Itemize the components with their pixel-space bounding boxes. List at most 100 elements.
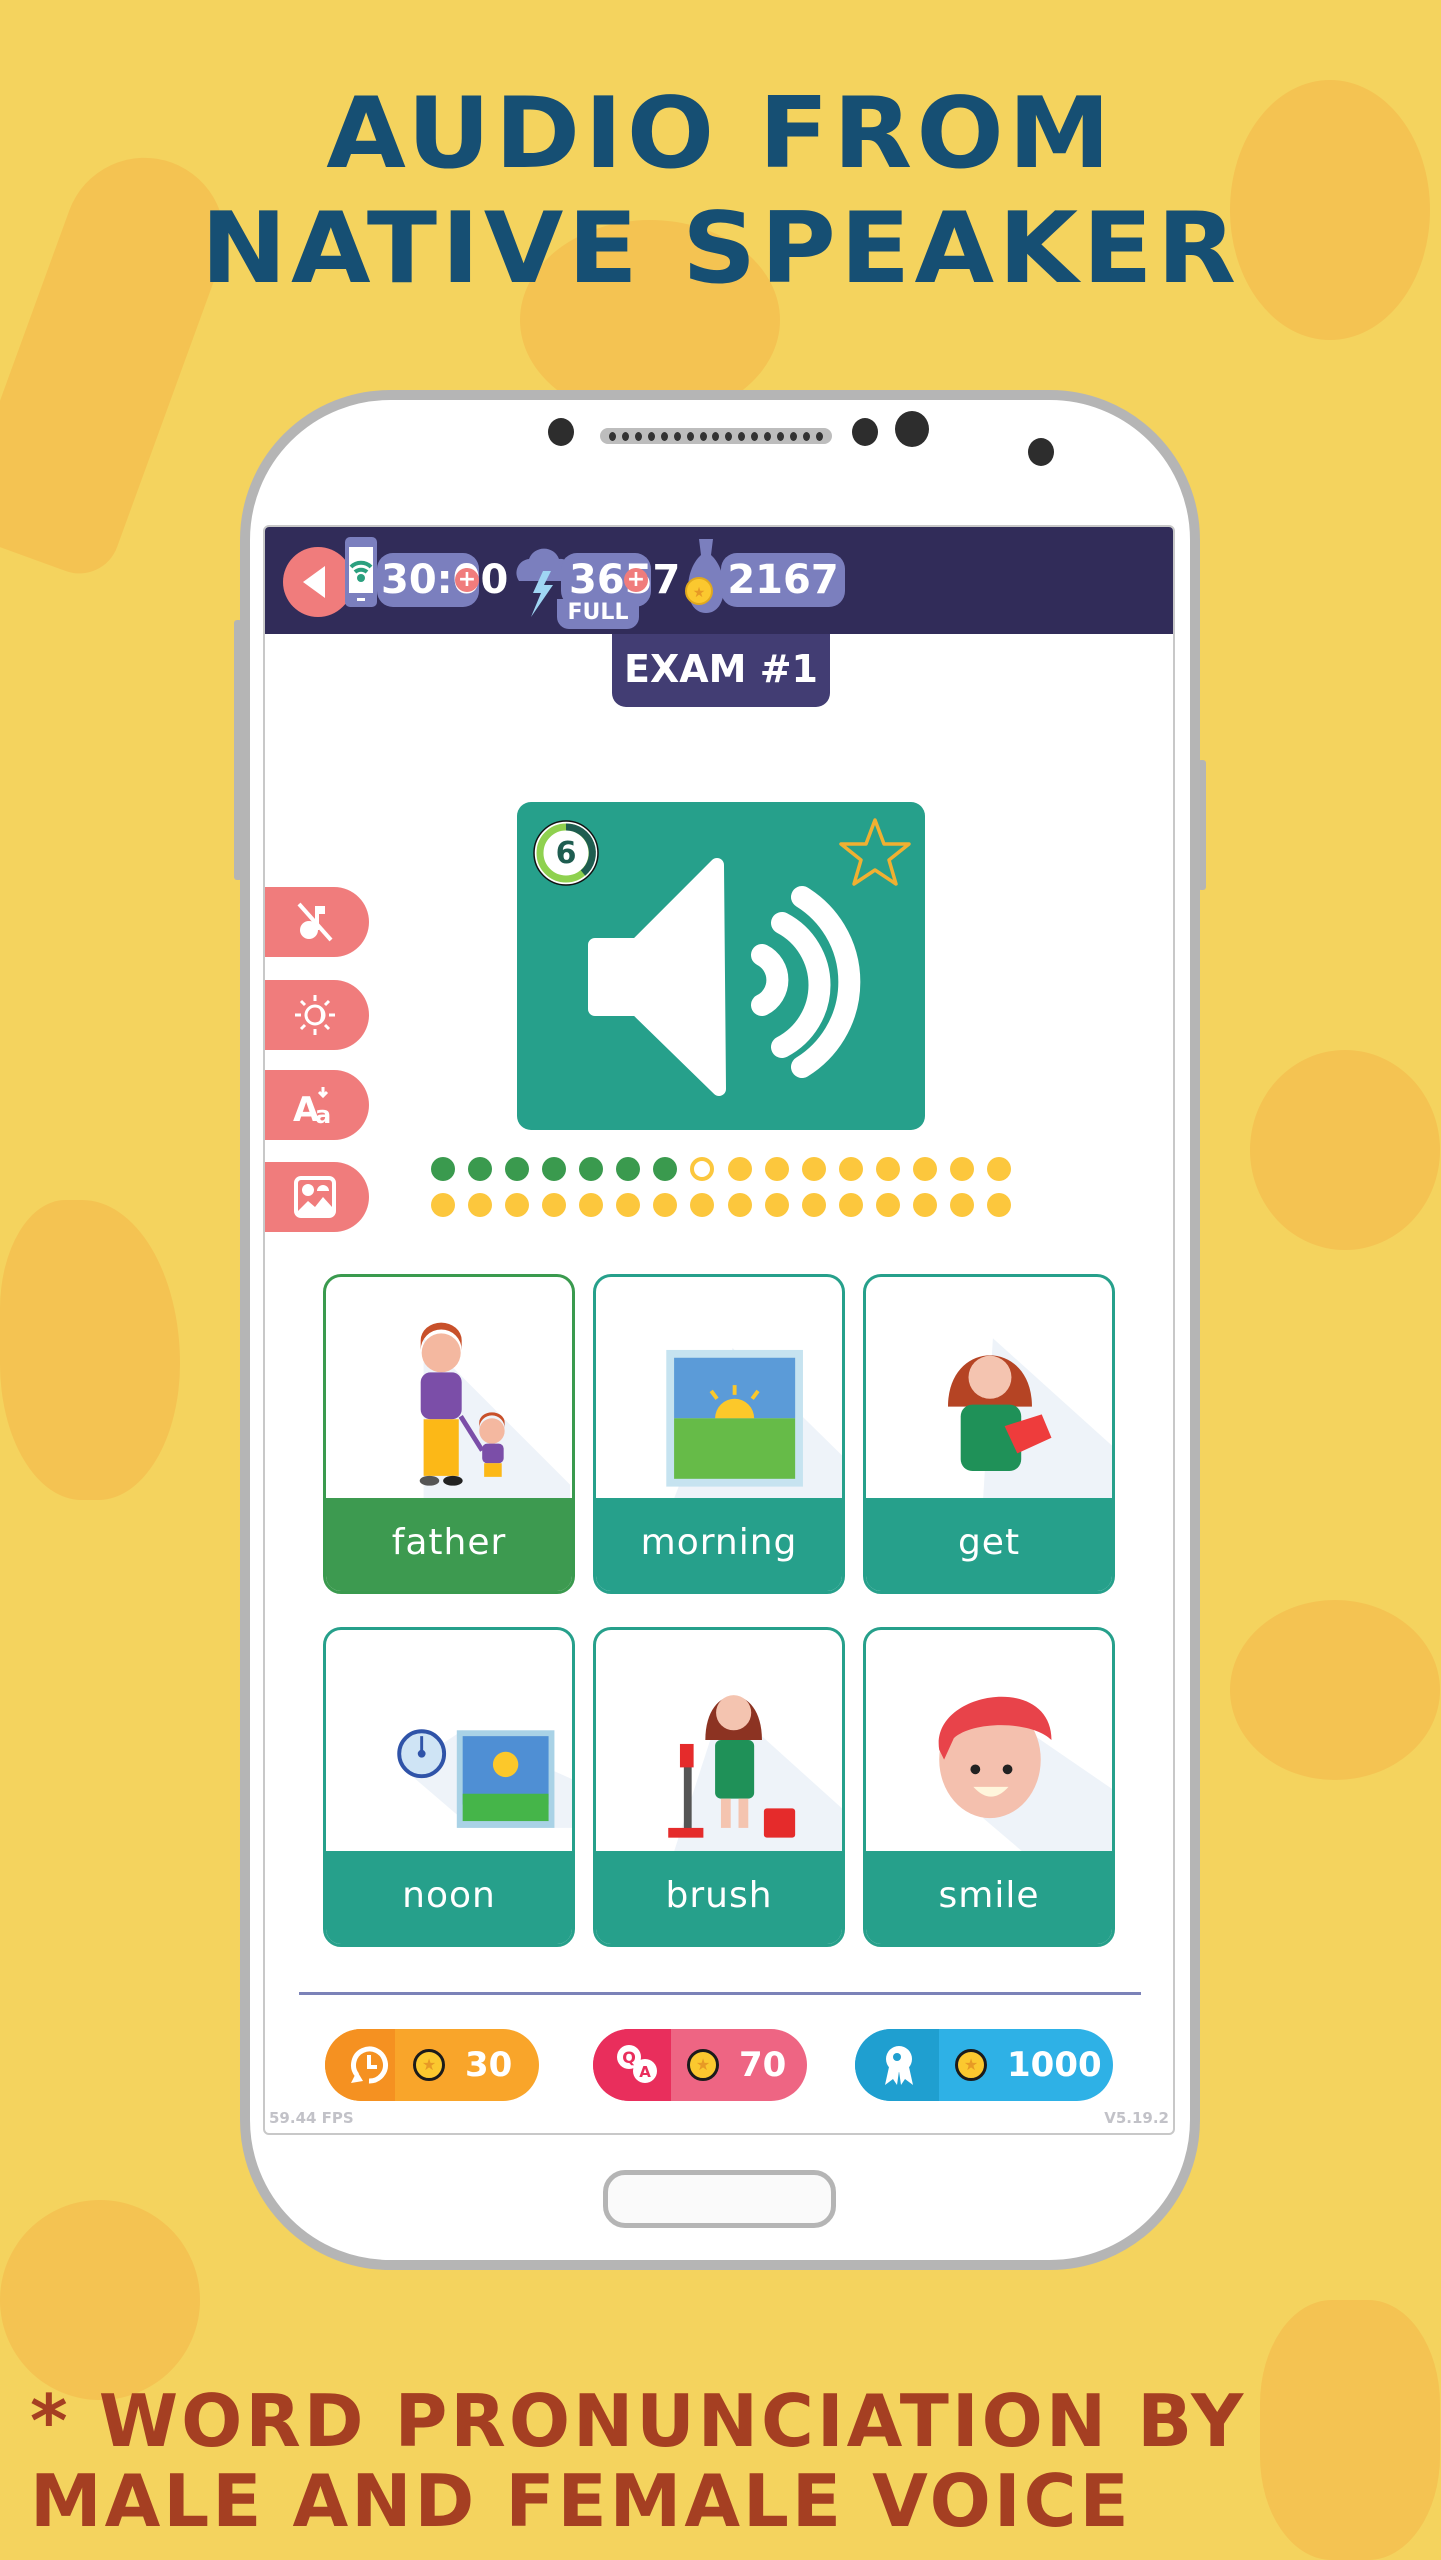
font-size-button[interactable]: Aa: [265, 1070, 369, 1140]
booster-skip[interactable]: 1000: [855, 2029, 1113, 2101]
progress-dot-pending: [949, 1157, 974, 1181]
progress-dot-pending: [838, 1157, 863, 1181]
sunrise-window-illustration: [666, 1348, 842, 1499]
answer-label: noon: [326, 1851, 572, 1944]
answer-card-father[interactable]: father: [323, 1274, 575, 1594]
app-screen: 30:00 + 3657 + FULL ★ 2167 EXAM #1 Aa: [263, 525, 1175, 2135]
image-icon: [294, 1176, 336, 1218]
progress-dot-completed: [431, 1157, 455, 1181]
progress-dot-completed: [542, 1157, 567, 1181]
answer-label: brush: [596, 1851, 842, 1944]
coins-value: 2167: [727, 557, 839, 603]
booster-cost: 30: [465, 2045, 513, 2085]
audio-play-button[interactable]: 6: [517, 802, 925, 1130]
answer-card-morning[interactable]: morning: [593, 1274, 845, 1594]
progress-dot-pending: [505, 1193, 530, 1217]
phone-proximity-sensor: [1028, 438, 1054, 466]
coin-icon: [413, 2049, 445, 2081]
answer-card-noon[interactable]: noon: [323, 1627, 575, 1947]
coin-icon: [955, 2049, 987, 2081]
bg-silhouette: [1260, 2300, 1440, 2560]
booster-hint[interactable]: QA 70: [593, 2029, 807, 2101]
progress-dot-pending: [949, 1193, 974, 1217]
svg-text:a: a: [315, 1101, 331, 1127]
father-and-son-illustration: [419, 1322, 571, 1499]
answer-label: get: [866, 1498, 1112, 1591]
bg-silhouette: [0, 2200, 200, 2400]
progress-dot-pending: [764, 1193, 789, 1217]
answer-label: father: [326, 1498, 572, 1591]
headline-line-2: NATIVE SPEAKER: [200, 192, 1241, 306]
award-ribbon-icon: [885, 2046, 913, 2085]
bg-silhouette: [1250, 1050, 1440, 1250]
progress-dot-pending: [431, 1193, 455, 1217]
booster-cost: 1000: [1007, 2045, 1102, 2085]
bg-silhouette: [1230, 1600, 1440, 1780]
top-bar: 30:00 + 3657 + FULL ★ 2167: [265, 527, 1173, 634]
headline-line-1: AUDIO FROM: [326, 77, 1115, 191]
caption-line-2: MALE AND FEMALE VOICE: [30, 2459, 1132, 2543]
brightness-icon: [295, 995, 335, 1035]
progress-dot-pending: [727, 1157, 752, 1181]
svg-text:A: A: [639, 2063, 651, 2081]
phone-wifi-icon: [345, 537, 377, 607]
svg-text:★: ★: [693, 585, 706, 601]
clock-rewind-icon: [351, 2046, 388, 2084]
progress-dot-completed: [653, 1157, 678, 1181]
progress-row: [431, 1193, 1011, 1217]
progress-dot-pending: [986, 1157, 1011, 1181]
progress-row: [431, 1157, 1011, 1181]
image-toggle-button[interactable]: [265, 1162, 369, 1232]
phone-sensor: [548, 418, 574, 446]
progress-dot-pending: [875, 1157, 900, 1181]
divider: [299, 1992, 1141, 1995]
exam-title: EXAM #1: [612, 634, 830, 707]
answer-card-get[interactable]: get: [863, 1274, 1115, 1594]
progress-dot-completed: [579, 1157, 604, 1181]
progress-dot-pending: [912, 1157, 937, 1181]
answer-label: morning: [596, 1498, 842, 1591]
booster-extra-time[interactable]: 30: [325, 2029, 539, 2101]
progress-dot-completed: [505, 1157, 530, 1181]
progress-dot-pending: [801, 1193, 826, 1217]
svg-text:Q: Q: [622, 2048, 636, 2067]
coin-icon: [687, 2049, 719, 2081]
booster-cost: 70: [739, 2045, 787, 2085]
progress-dot-pending: [801, 1157, 826, 1181]
clock-and-sun-illustration: [397, 1729, 572, 1828]
version-label: V5.19.2: [1104, 2109, 1169, 2127]
countdown-value: 6: [556, 836, 577, 871]
progress-dot-pending: [653, 1193, 678, 1217]
progress-dot-pending: [690, 1193, 715, 1217]
phone-sensor: [852, 418, 878, 446]
qa-bubbles-icon: QA: [617, 2045, 657, 2083]
coins-pill[interactable]: 2167: [721, 553, 845, 607]
caption-line-1: * WORD PRONUNCIATION BY: [30, 2379, 1247, 2463]
energy-status: FULL: [557, 599, 639, 629]
girl-with-envelope-illustration: [948, 1338, 1112, 1499]
font-size-icon: Aa: [293, 1087, 331, 1127]
energy-plus-button[interactable]: +: [624, 568, 648, 592]
progress-dot-pending: [727, 1193, 752, 1217]
answer-label: smile: [866, 1851, 1112, 1944]
answer-card-smile[interactable]: smile: [863, 1627, 1115, 1947]
progress-dot-pending: [986, 1193, 1011, 1217]
answer-card-brush[interactable]: brush: [593, 1627, 845, 1947]
phone-earpiece: [600, 428, 832, 444]
music-off-button[interactable]: [265, 887, 369, 957]
smiling-face-illustration: [938, 1696, 1112, 1852]
phone-home-button[interactable]: [603, 2170, 836, 2228]
fps-counter: 59.44 FPS: [269, 2109, 354, 2127]
progress-dot-pending: [838, 1193, 863, 1217]
brightness-button[interactable]: [265, 980, 369, 1050]
girl-with-mop-bucket-illustration: [668, 1695, 842, 1852]
phone-front-camera: [895, 411, 929, 447]
progress-dot-pending: [764, 1157, 789, 1181]
music-off-icon: [297, 902, 333, 942]
progress-dot-pending: [579, 1193, 604, 1217]
timer-plus-button[interactable]: +: [455, 568, 479, 592]
progress-dot-pending: [912, 1193, 937, 1217]
progress-dot-pending: [468, 1193, 493, 1217]
progress-dot-completed: [468, 1157, 493, 1181]
speaker-icon: [588, 858, 861, 1096]
